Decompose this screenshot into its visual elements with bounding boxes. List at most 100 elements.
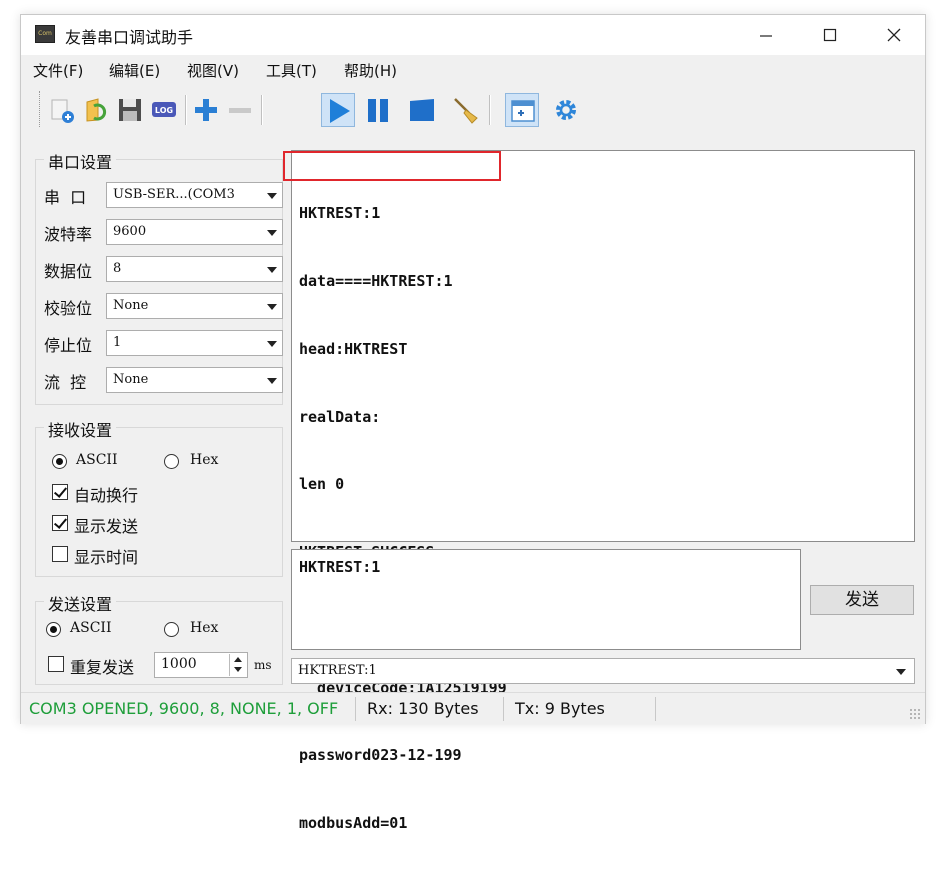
send-hex-label: Hex: [190, 620, 219, 636]
log-button[interactable]: LOG: [147, 93, 181, 127]
open-button[interactable]: [79, 93, 113, 127]
layout-button[interactable]: [505, 93, 539, 127]
receive-ascii-radio[interactable]: [52, 454, 67, 469]
port-value: USB-SER...(COM3: [113, 187, 235, 202]
receive-settings-group: 接收设置 ASCII Hex 自动换行 显示发送 显示时间: [35, 417, 283, 577]
parity-select[interactable]: None: [106, 293, 283, 319]
send-settings-title: 发送设置: [44, 591, 117, 615]
stopbits-select[interactable]: 1: [106, 330, 283, 356]
databits-label: 数据位: [44, 262, 93, 281]
toolbar-separator: [261, 95, 263, 125]
status-bar: COM3 OPENED, 9600, 8, NONE, 1, OFF Rx: 1…: [21, 692, 925, 724]
receive-line: len 0: [299, 475, 345, 494]
databits-select[interactable]: 8: [106, 256, 283, 282]
close-button[interactable]: [871, 15, 917, 55]
parity-value: None: [113, 298, 149, 313]
layout-icon: [511, 100, 535, 122]
send-ascii-radio[interactable]: [46, 622, 61, 637]
chevron-down-icon: [896, 669, 906, 675]
toolbar-separator: [489, 95, 491, 125]
flowcontrol-select[interactable]: None: [106, 367, 283, 393]
chevron-down-icon: [267, 378, 277, 384]
save-button[interactable]: [113, 93, 147, 127]
flowcontrol-value: None: [113, 372, 149, 387]
send-ascii-label: ASCII: [70, 620, 112, 636]
stepper-down-icon[interactable]: [234, 667, 242, 672]
menu-help[interactable]: 帮助(H): [344, 60, 397, 81]
auto-wrap-checkbox[interactable]: [52, 484, 68, 500]
baudrate-label: 波特率: [44, 225, 93, 244]
settings-gear-icon: [556, 100, 576, 120]
stop-button[interactable]: [405, 93, 439, 127]
minimize-icon: [760, 35, 772, 37]
chevron-down-icon: [267, 304, 277, 310]
repeat-interval-value: 1000: [161, 656, 197, 672]
remove-icon: [229, 108, 251, 113]
send-history-value: HKTREST:1: [298, 663, 377, 678]
remove-button[interactable]: [223, 93, 257, 127]
show-send-checkbox[interactable]: [52, 515, 68, 531]
toolbar: LOG: [21, 85, 925, 135]
add-icon: [195, 99, 217, 121]
maximize-icon: [823, 28, 837, 42]
toolbar-grip: [39, 91, 43, 127]
minimize-button[interactable]: [743, 15, 789, 55]
clear-broom-icon: [454, 98, 478, 124]
app-window: Com 友善串口调试助手 文件(F) 编辑(E) 视图(V) 工具(T) 帮助(…: [20, 14, 926, 832]
receive-ascii-label: ASCII: [76, 452, 118, 468]
receive-hex-radio[interactable]: [164, 454, 179, 469]
receive-line: HKTREST:1: [299, 204, 381, 223]
port-label: 串 口: [44, 188, 87, 207]
receive-line: realData:: [299, 407, 381, 426]
repeat-send-label: 重复发送: [70, 658, 135, 677]
auto-wrap-label: 自动换行: [74, 486, 139, 505]
send-history-select[interactable]: HKTREST:1: [291, 658, 915, 684]
chevron-down-icon: [267, 341, 277, 347]
send-button[interactable]: 发送: [810, 585, 914, 615]
parity-label: 校验位: [44, 299, 93, 318]
serial-settings-title: 串口设置: [44, 149, 117, 173]
pause-button[interactable]: [361, 93, 395, 127]
status-divider: [503, 697, 504, 721]
receive-line: head:HKTREST: [299, 339, 408, 358]
interval-unit-label: ms: [254, 658, 272, 672]
chevron-down-icon: [267, 267, 277, 273]
add-button[interactable]: [189, 93, 223, 127]
stepper-buttons[interactable]: [229, 654, 246, 676]
clear-button[interactable]: [449, 93, 483, 127]
port-status: COM3 OPENED, 9600, 8, NONE, 1, OFF: [29, 699, 339, 718]
app-icon: Com: [35, 25, 55, 43]
stepper-up-icon[interactable]: [234, 657, 242, 662]
rx-count: Rx: 130 Bytes: [367, 699, 479, 718]
new-button[interactable]: [45, 93, 79, 127]
play-button[interactable]: [321, 93, 355, 127]
settings-button[interactable]: [549, 93, 583, 127]
show-time-label: 显示时间: [74, 548, 139, 567]
log-icon: LOG: [152, 102, 176, 117]
menu-view[interactable]: 视图(V): [187, 60, 239, 81]
save-icon: [119, 99, 141, 121]
show-time-checkbox[interactable]: [52, 546, 68, 562]
maximize-button[interactable]: [807, 15, 853, 55]
send-textarea[interactable]: HKTREST:1: [291, 549, 801, 650]
receive-textarea[interactable]: HKTREST:1 data====HKTREST:1 head:HKTREST…: [291, 150, 915, 832]
status-divider: [355, 697, 356, 721]
baudrate-select[interactable]: 9600: [106, 219, 283, 245]
highlight-annotation-box: [283, 151, 501, 181]
menu-file[interactable]: 文件(F): [33, 60, 83, 81]
title-bar: Com 友善串口调试助手: [21, 15, 925, 55]
serial-settings-group: 串口设置 串 口 USB-SER...(COM3 波特率 9600 数据位 8 …: [35, 149, 283, 405]
window-title: 友善串口调试助手: [65, 28, 194, 47]
repeat-interval-stepper[interactable]: 1000: [154, 652, 248, 678]
port-select[interactable]: USB-SER...(COM3: [106, 182, 283, 208]
menu-tools[interactable]: 工具(T): [266, 60, 317, 81]
menu-edit[interactable]: 编辑(E): [109, 60, 160, 81]
repeat-send-checkbox[interactable]: [48, 656, 64, 672]
stopbits-label: 停止位: [44, 336, 93, 355]
receive-line: modbusAdd=01: [299, 814, 408, 833]
status-divider: [655, 697, 656, 721]
play-icon: [330, 99, 350, 123]
databits-value: 8: [113, 261, 122, 276]
resize-grip-icon[interactable]: [909, 708, 921, 720]
send-hex-radio[interactable]: [164, 622, 179, 637]
